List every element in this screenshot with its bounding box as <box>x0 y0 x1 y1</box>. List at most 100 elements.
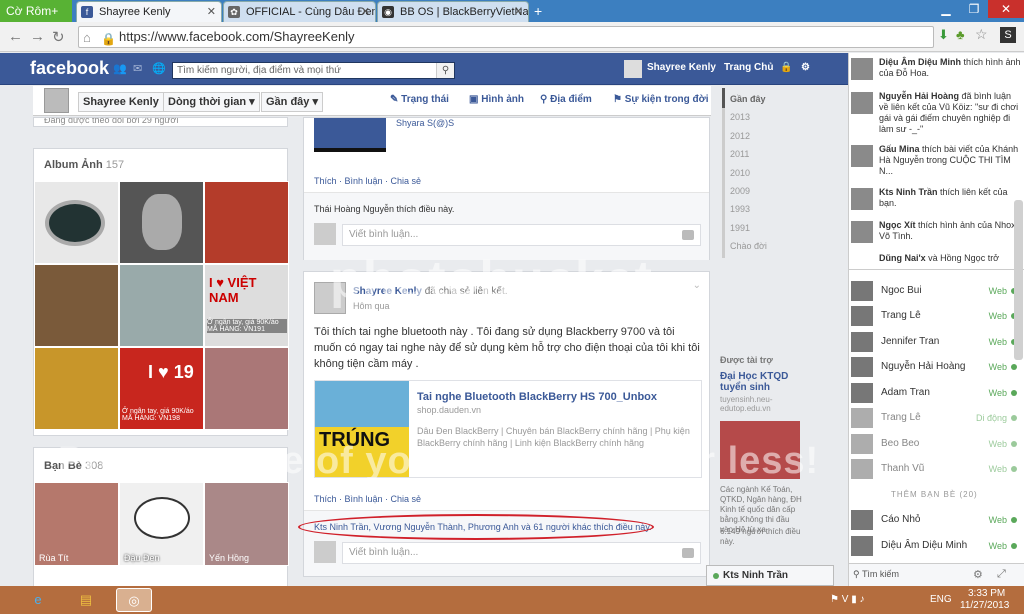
profile-thumbnail[interactable] <box>44 88 69 113</box>
comment-input[interactable]: Viết bình luận... <box>342 224 701 246</box>
friends-title[interactable]: Bạn Bè 308 <box>44 460 103 472</box>
ad-image[interactable] <box>720 421 800 479</box>
friend-photo-3[interactable]: Yến Hồng <box>204 482 289 566</box>
notifications-icon[interactable]: 🌐 <box>152 62 166 75</box>
browser-tab-bbos[interactable]: ◉ BB OS | BlackBerryVietNam ✕ <box>377 1 529 22</box>
chat-popout-icon[interactable]: ⤢ <box>997 568 1006 581</box>
album-title[interactable]: Album Ảnh 157 <box>44 159 124 171</box>
year-item[interactable]: 2011 <box>730 149 749 159</box>
ie-icon[interactable]: e <box>20 588 56 612</box>
download-icon[interactable]: ⬇ <box>938 27 949 43</box>
clock-date[interactable]: 11/27/2013 <box>960 600 1009 611</box>
chat-contact[interactable]: Nguyễn Hải Hoàng Web <box>851 356 1021 378</box>
comment-input[interactable]: Viết bình luận... <box>342 542 701 564</box>
shared-link[interactable]: TRÚNG Tai nghe Bluetooth BlackBerry HS 7… <box>314 380 702 478</box>
profile-link[interactable]: Shayree Kenly <box>647 62 716 73</box>
author-name[interactable]: Shayree Kenly <box>353 286 422 297</box>
chat-contact[interactable]: Beo Beo Web <box>851 433 1021 455</box>
back-icon[interactable]: ← <box>8 28 23 45</box>
close-window-icon[interactable]: ✕ <box>988 0 1024 18</box>
album-photo-portrait[interactable] <box>119 181 204 264</box>
tray-icons[interactable]: ⚑ V ▮ ♪ <box>830 594 864 605</box>
restore-icon[interactable]: ❐ <box>960 0 988 18</box>
album-photo-watch[interactable] <box>34 181 119 264</box>
year-item[interactable]: 1991 <box>730 223 750 233</box>
chat-settings-icon[interactable]: ⚙ <box>973 568 983 581</box>
ad-title[interactable]: Đại Học KTQD tuyển sinh <box>720 371 810 393</box>
account-settings-icon[interactable]: ⚙ <box>801 62 810 73</box>
chat-search-input[interactable]: ⚲ Tìm kiếm <box>853 569 899 580</box>
album-photo-group[interactable] <box>204 347 289 430</box>
bookmark-star-icon[interactable]: ☆ <box>975 26 988 43</box>
close-tab-icon[interactable]: ✕ <box>207 2 216 22</box>
ticker-item[interactable]: Dũng Nai'x và Hồng Ngọc trở <box>851 253 1021 265</box>
chevron-down-icon[interactable]: ⌄ <box>693 280 701 291</box>
page-scrollbar[interactable] <box>1014 200 1023 360</box>
facebook-logo[interactable]: facebook <box>30 58 109 79</box>
chat-contact[interactable]: Adam Tran Web <box>851 382 1021 404</box>
friend-photo-1[interactable]: Rùa Tít <box>34 482 119 566</box>
life-event-action[interactable]: ⚑ Sự kiện trong đời <box>613 94 709 105</box>
year-item[interactable]: Chào đời <box>730 241 767 251</box>
minimize-icon[interactable]: ▁ <box>932 0 960 18</box>
shared-preview-name[interactable]: Shyara S(@)S <box>396 118 454 128</box>
friend-requests-icon[interactable]: 👥 <box>113 62 127 75</box>
year-item[interactable]: 1993 <box>730 204 750 214</box>
reload-icon[interactable]: ↻ <box>52 28 65 46</box>
friend-photo-2[interactable]: Đậu Đen <box>119 482 204 566</box>
coccoc-icon[interactable]: ◎ <box>116 588 152 612</box>
post-time[interactable]: Hôm qua <box>353 301 390 311</box>
search-icon[interactable]: ⚲ <box>436 63 454 78</box>
shared-preview-image[interactable] <box>314 118 386 152</box>
facebook-search-input[interactable]: Tìm kiếm người, địa điểm và mọi thứ ⚲ <box>172 62 455 79</box>
year-item[interactable]: Gần đây <box>730 94 766 104</box>
messages-icon[interactable]: ✉ <box>133 62 142 75</box>
chat-contact[interactable]: Trang Lê Di động <box>851 407 1021 429</box>
likes-summary[interactable]: Thái Hoàng Nguyễn thích điều này. <box>314 204 454 214</box>
browser-brand[interactable]: Cờ Rôm+ <box>0 0 72 22</box>
chat-tab[interactable]: Kts Ninh Trần <box>706 565 834 586</box>
status-action[interactable]: ✎ Trạng thái <box>390 94 449 105</box>
place-action[interactable]: ⚲ Địa điểm <box>540 94 592 105</box>
author-avatar[interactable] <box>314 282 346 314</box>
url-input[interactable]: ⌂ 🔒 https://www.facebook.com/ShayreeKenl… <box>78 26 934 48</box>
year-item[interactable]: 2012 <box>730 131 750 141</box>
album-photo-room[interactable] <box>34 264 119 347</box>
post-actions[interactable]: Thích · Bình luận · Chia sẻ <box>314 176 421 186</box>
browser-tab-dauden[interactable]: ✿ OFFICIAL - Cùng Dâu Đen ✕ <box>223 1 376 22</box>
privacy-icon[interactable]: 🔒 <box>780 62 792 73</box>
profile-avatar[interactable] <box>624 60 642 78</box>
chat-contact[interactable]: Cáo Nhỏ Web <box>851 509 1021 531</box>
close-tab-icon[interactable]: ✕ <box>514 2 523 22</box>
year-item[interactable]: 2010 <box>730 168 750 178</box>
explorer-icon[interactable]: ▤ <box>68 588 104 612</box>
forward-icon[interactable]: → <box>30 28 45 45</box>
camera-icon[interactable] <box>682 548 694 558</box>
new-tab-button[interactable]: + <box>534 3 542 19</box>
chat-contact[interactable]: Trang Lê Web <box>851 305 1021 327</box>
chat-contact[interactable]: Diệu Âm Diệu Minh Web <box>851 535 1021 557</box>
album-photo-19[interactable]: I ♥ 19 Ở ngân tay, giá 90K/áo MÃ HÀNG: V… <box>119 347 204 430</box>
close-tab-icon[interactable]: ✕ <box>361 2 370 22</box>
album-photo-ceremony[interactable] <box>34 347 119 430</box>
chat-contact[interactable]: Jennifer Tran Web <box>851 331 1021 353</box>
year-item[interactable]: 2009 <box>730 186 750 196</box>
chat-contact[interactable]: Thanh Vũ Web <box>851 458 1021 480</box>
timeline-name-button[interactable]: Shayree Kenly <box>78 92 164 112</box>
language-indicator[interactable]: ENG <box>930 594 952 605</box>
year-item[interactable]: 2013 <box>730 112 750 122</box>
post-actions[interactable]: Thích · Bình luận · Chia sẻ <box>314 494 421 504</box>
home-icon[interactable]: ⌂ <box>83 28 91 48</box>
link-title[interactable]: Tai nghe Bluetooth BlackBerry HS 700_Unb… <box>417 391 657 403</box>
camera-icon[interactable] <box>682 230 694 240</box>
album-photo-shirt[interactable]: I ♥ VIỆT NAM Ở ngân tay, giá 90K/áo MÃ H… <box>204 264 289 347</box>
timeline-dropdown[interactable]: Dòng thời gian ▾ <box>163 92 260 112</box>
browser-tab-facebook[interactable]: f Shayree Kenly ✕ <box>76 1 222 22</box>
photo-action[interactable]: ▣ Hình ảnh <box>469 94 524 105</box>
album-photo-art[interactable] <box>119 264 204 347</box>
settings-menu-icon[interactable]: S <box>1000 27 1016 43</box>
extension-icon[interactable]: ♣ <box>956 27 965 42</box>
album-photo-temple[interactable] <box>204 181 289 264</box>
home-link[interactable]: Trang Chủ <box>724 62 773 73</box>
clock-time[interactable]: 3:33 PM <box>968 588 1005 599</box>
